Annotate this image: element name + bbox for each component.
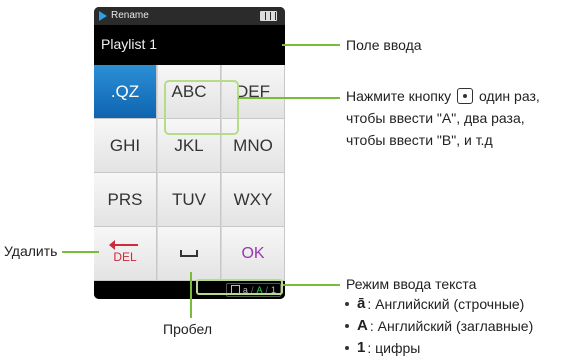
legend-text: : цифры (367, 340, 421, 356)
key-tuv[interactable]: TUV (158, 173, 221, 227)
bullet-icon (345, 324, 349, 328)
press-text-after: один раз, (478, 88, 540, 104)
delete-button[interactable]: DEL (94, 227, 157, 281)
legend-item: A : Английский (заглавные) (341, 315, 533, 337)
screen-title: Rename (111, 10, 149, 21)
legend-text: : Английский (строчные) (367, 296, 525, 312)
key-qz[interactable]: .QZ (94, 65, 157, 119)
text-input-field[interactable]: Playlist 1 (94, 25, 285, 65)
leader-line (190, 272, 192, 318)
callout-press-instruction: Нажмите кнопку один раз, (346, 85, 540, 107)
press-instruction-line3: чтобы ввести "B", и т.д (346, 132, 493, 148)
leader-line (282, 44, 340, 46)
number-mode-icon: 1 (357, 339, 366, 356)
callout-text-mode: Режим ввода текста (346, 276, 477, 292)
key-wxy[interactable]: WXY (222, 173, 285, 227)
input-value: Playlist 1 (101, 36, 158, 52)
ok-button[interactable]: OK (222, 227, 285, 281)
bullet-icon (345, 302, 349, 306)
device-screen: Rename Playlist 1 .QZ ABC DEF GHI JKL MN… (94, 7, 285, 299)
callout-delete: Удалить (4, 243, 58, 259)
play-icon (99, 11, 107, 21)
delete-label: DEL (113, 249, 137, 264)
leader-line (62, 251, 99, 253)
press-instruction-line2: чтобы ввести "A", два раза, (346, 110, 525, 126)
bullet-icon (345, 346, 349, 350)
callout-space: Пробел (163, 321, 212, 337)
key-ghi[interactable]: GHI (94, 119, 157, 173)
leader-line (283, 284, 340, 286)
legend-item: 1 : цифры (341, 337, 533, 359)
abc-key-highlight (164, 80, 239, 135)
battery-icon (260, 11, 277, 21)
legend-item: ā : Английский (строчные) (341, 293, 533, 315)
legend-text: : Английский (заглавные) (369, 318, 534, 334)
uppercase-mode-icon: A (357, 317, 368, 334)
mode-highlight (196, 279, 283, 295)
mode-legend: ā : Английский (строчные) A : Английский… (341, 293, 533, 359)
leader-line (238, 97, 340, 99)
center-button-icon (457, 88, 474, 104)
status-bar: Rename (94, 7, 285, 25)
callout-input-field: Поле ввода (346, 37, 422, 53)
press-text-before: Нажмите кнопку (346, 88, 452, 104)
back-arrow-icon (109, 239, 138, 250)
key-prs[interactable]: PRS (94, 173, 157, 227)
space-icon (180, 250, 198, 257)
lowercase-mode-icon: ā (357, 295, 366, 312)
